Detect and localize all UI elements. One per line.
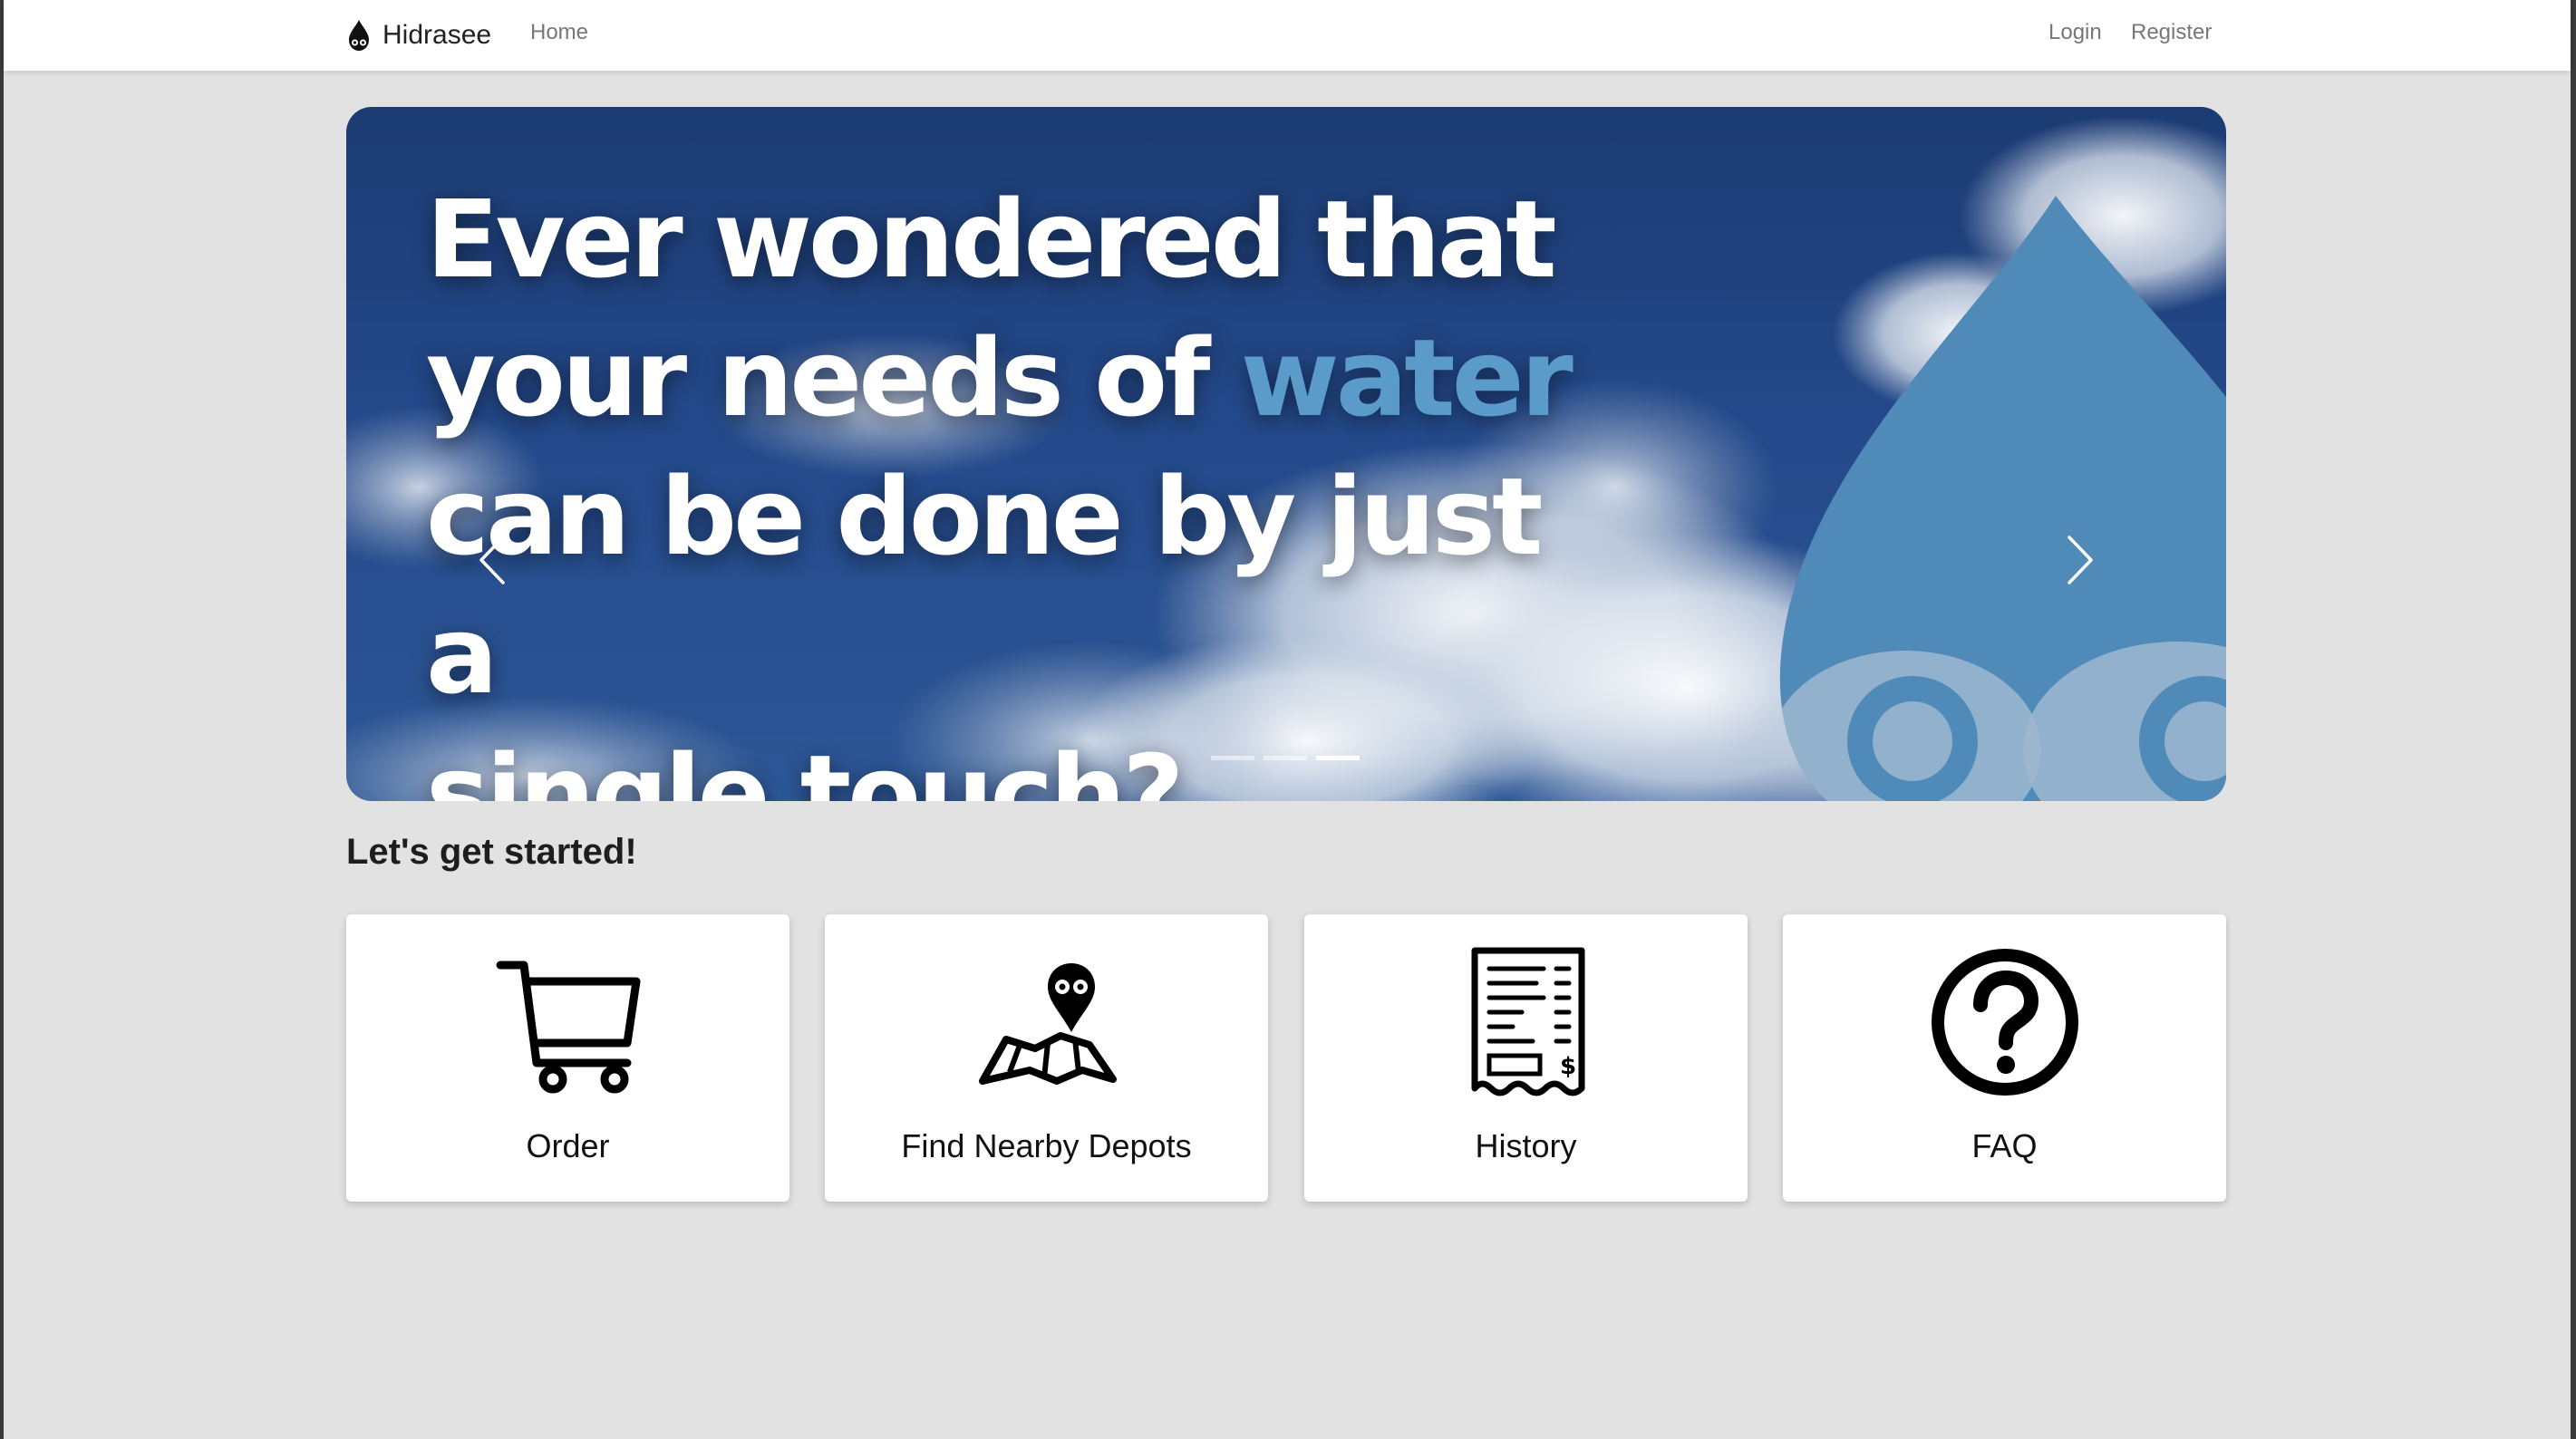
card-find-nearby-depots[interactable]: Find Nearby Depots: [825, 914, 1268, 1202]
brand-name: Hidrasee: [383, 20, 492, 50]
carousel-indicators: [1211, 756, 1360, 760]
card-faq-label: FAQ: [1971, 1127, 2038, 1164]
nav-home-link[interactable]: Home: [530, 20, 588, 45]
window-frame-left: [0, 0, 4, 1439]
question-icon: [1931, 949, 2078, 1096]
hero-highlight-word: water: [1240, 315, 1574, 440]
hero-line-2: your needs of: [426, 315, 1241, 440]
card-history[interactable]: $ History: [1304, 914, 1748, 1202]
nav-register-link[interactable]: Register: [2131, 20, 2212, 45]
hero-carousel: Ever wondered that your needs of water c…: [346, 107, 2226, 801]
map-pin-icon: [978, 963, 1117, 1085]
section-title: Let's get started!: [346, 832, 637, 872]
card-history-label: History: [1475, 1127, 1577, 1164]
card-find-nearby-depots-label: Find Nearby Depots: [901, 1127, 1192, 1164]
card-order-label: Order: [526, 1127, 610, 1164]
hero-line-3: can be done by just a: [426, 454, 1543, 718]
navbar: Hidrasee Home Login Register: [4, 0, 2571, 71]
brand-link[interactable]: Hidrasee: [346, 13, 491, 58]
cart-icon: [496, 961, 640, 1094]
action-cards: Order Find Nearby Depots $ History FAQ: [346, 914, 2226, 1203]
hero-line-4: single touch?: [426, 731, 1185, 801]
carousel-prev-button[interactable]: [460, 506, 524, 614]
svg-text:$: $: [1560, 1053, 1576, 1080]
receipt-icon: $: [1471, 947, 1584, 1096]
chevron-right-icon: [2068, 536, 2093, 584]
carousel-indicator-2[interactable]: [1264, 756, 1307, 760]
nav-login-link[interactable]: Login: [2048, 20, 2102, 45]
carousel-indicator-3[interactable]: [1316, 756, 1360, 760]
hero-headline: Ever wondered that your needs of water c…: [426, 170, 1604, 801]
carousel-next-button[interactable]: [2048, 506, 2112, 614]
hero-line-1: Ever wondered that: [426, 177, 1557, 302]
carousel-indicator-1[interactable]: [1211, 756, 1254, 760]
chevron-left-icon: [479, 536, 505, 584]
water-drop-logo-icon: [349, 20, 369, 51]
card-faq[interactable]: FAQ: [1783, 914, 2226, 1202]
window-frame-right: [2571, 0, 2576, 1439]
card-order[interactable]: Order: [346, 914, 789, 1202]
